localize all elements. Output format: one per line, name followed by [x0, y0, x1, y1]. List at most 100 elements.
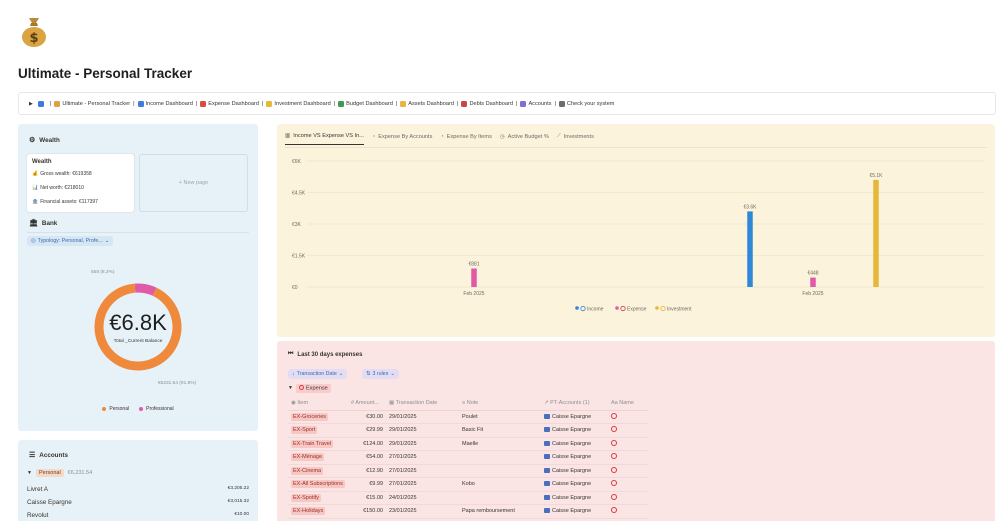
name-cell[interactable] [608, 477, 648, 492]
table-row[interactable]: EX-Train Travel €124.00 29/01/2025 Maelle Ca… [288, 437, 648, 451]
date-cell[interactable]: 29/01/2025 [386, 423, 459, 438]
account-row[interactable]: Revolut €10.00 [27, 512, 249, 519]
wealth-icon: ⚙ [29, 137, 36, 144]
money-bag-icon: $ [20, 14, 48, 48]
item-cell[interactable]: EX-Groceries [288, 410, 348, 424]
chart-icon: 📊 [32, 185, 39, 191]
column-header[interactable]: ◉ Item [288, 397, 348, 411]
item-cell[interactable]: EX-All Subscriptions [288, 477, 348, 492]
date-cell[interactable]: 29/01/2025 [386, 437, 459, 451]
breadcrumb-link[interactable]: Ultimate - Personal Tracker [54, 100, 130, 107]
new-page-button[interactable]: + New page [139, 154, 248, 212]
account-cell[interactable]: Caisse Epargne [541, 504, 608, 519]
date-cell[interactable]: 24/01/2025 [386, 491, 459, 505]
rules-filter[interactable]: ⇅ 3 rules ⌄ [362, 369, 399, 379]
account-cell[interactable]: Caisse Epargne [541, 437, 608, 451]
legend-dot [655, 306, 659, 310]
name-cell[interactable] [608, 504, 648, 519]
breadcrumb-link[interactable]: Expense Dashboard [200, 100, 259, 107]
accounts-group-personal[interactable]: ▼ Personal €6,231.54 [27, 469, 92, 477]
typology-filter[interactable]: ◎ Typology: Personal, Profe... ⌄ [27, 236, 114, 246]
date-cell[interactable]: 23/01/2025 [386, 504, 459, 519]
breadcrumb-link[interactable]: Accounts [520, 100, 551, 107]
date-cell[interactable]: 27/01/2025 [386, 450, 459, 465]
item-cell[interactable]: EX-Sport [288, 423, 348, 438]
item-cell[interactable]: EX-Holidays [288, 504, 348, 519]
item-cell[interactable]: EX-Train Travel [288, 437, 348, 451]
table-row[interactable]: EX-Spotify €15.00 24/01/2025 Caisse Epargne [288, 491, 648, 505]
item-cell[interactable]: EX-Cinema [288, 464, 348, 478]
note-cell[interactable]: Kobo [459, 477, 541, 492]
transaction-date-sort[interactable]: ↓ Transaction Date ⌄ [288, 369, 348, 379]
table-row[interactable]: EX-Sport €29.99 29/01/2025 Basic Fit Caisse … [288, 423, 648, 438]
column-header[interactable]: ↗ PT-Accounts (1) [541, 397, 608, 411]
note-cell[interactable] [459, 450, 541, 465]
name-cell[interactable] [608, 423, 648, 438]
breadcrumb-link[interactable]: Investment Dashboard [266, 100, 331, 107]
amount-cell[interactable]: €54.00 [348, 450, 386, 465]
item-tag: EX-Holidays [291, 507, 326, 516]
table-row[interactable]: EX-All Subscriptions €9.99 27/01/2025 Kobo C… [288, 477, 648, 492]
account-cell[interactable]: Caisse Epargne [541, 410, 608, 424]
note-cell[interactable] [459, 491, 541, 505]
breadcrumb-link[interactable]: Budget Dashboard [338, 100, 393, 107]
item-tag: EX-All Subscriptions [291, 480, 345, 489]
date-cell[interactable]: 27/01/2025 [386, 464, 459, 478]
amount-cell[interactable]: €29.99 [348, 423, 386, 438]
expense-group-header[interactable]: ▼ Expense [288, 384, 331, 393]
table-row[interactable]: EX-Ménage €54.00 27/01/2025 Caisse Epargne [288, 450, 648, 465]
column-header[interactable]: Aa Name [608, 397, 648, 411]
name-cell[interactable] [608, 450, 648, 465]
table-row[interactable]: EX-Groceries €30.00 29/01/2025 Poulet Caisse… [288, 410, 648, 424]
amount-cell[interactable]: €150.00 [348, 504, 386, 519]
column-header[interactable]: # Amount... [348, 397, 386, 411]
date-cell[interactable]: 27/01/2025 [386, 477, 459, 492]
account-cell[interactable]: Caisse Epargne [541, 423, 608, 438]
table-row[interactable]: EX-Cinema €12.90 27/01/2025 Caisse Epargne [288, 464, 648, 478]
account-cell[interactable]: Caisse Epargne [541, 464, 608, 478]
amount-cell[interactable]: €30.00 [348, 410, 386, 424]
note-cell[interactable]: Papa remboursement [459, 504, 541, 519]
table-row[interactable]: EX-Holidays €150.00 23/01/2025 Papa rembour… [288, 504, 648, 519]
name-cell[interactable] [608, 437, 648, 451]
amount-cell[interactable]: €15.00 [348, 491, 386, 505]
toggle-triangle-icon: ▼ [27, 470, 32, 476]
name-cell[interactable] [608, 464, 648, 478]
breadcrumb-link[interactable]: Check your system [558, 100, 614, 107]
breadcrumb-link[interactable]: Debts Dashboard [461, 100, 513, 107]
bank-heading: 🏛 Bank [29, 219, 58, 228]
account-cell[interactable]: Caisse Epargne [541, 450, 608, 465]
column-header[interactable]: ≡ Note [459, 397, 541, 411]
amount-cell[interactable]: €9.99 [348, 477, 386, 492]
note-cell[interactable]: Poulet [459, 410, 541, 424]
account-row[interactable]: Caisse Epargne €3,015.32 [27, 499, 249, 506]
account-link: Caisse Epargne [552, 454, 592, 461]
name-cell[interactable] [608, 491, 648, 505]
toggle-triangle-icon[interactable]: ▶ [29, 101, 33, 107]
navigation-breadcrumb: ▶ | Ultimate - Personal Tracker | Income D… [18, 92, 996, 115]
expense-circle-icon [611, 426, 617, 433]
amount-cell[interactable]: €12.90 [348, 464, 386, 478]
account-link: Caisse Epargne [552, 481, 592, 488]
account-link: Caisse Epargne [552, 508, 592, 515]
wealth-card[interactable]: Wealth 💰 Gross wealth: €619358 📊 Net worth… [27, 154, 134, 212]
account-row[interactable]: Livret A €3,205.22 [27, 486, 249, 493]
note-cell[interactable] [459, 464, 541, 478]
breadcrumb-link[interactable]: Income Dashboard [137, 100, 193, 107]
amount-cell[interactable]: €124.00 [348, 437, 386, 451]
bank-icon [544, 427, 550, 433]
column-header[interactable]: ▦ Transaction Date [386, 397, 459, 411]
legend-label: Income [587, 307, 604, 313]
item-cell[interactable]: EX-Ménage [288, 450, 348, 465]
note-cell[interactable]: Basic Fit [459, 423, 541, 438]
note-cell[interactable]: Maelle [459, 437, 541, 451]
wealth-card-title: Wealth [32, 159, 52, 165]
wealth-heading: ⚙ Wealth [29, 136, 60, 145]
account-cell[interactable]: Caisse Epargne [541, 491, 608, 505]
name-cell[interactable] [608, 410, 648, 424]
account-cell[interactable]: Caisse Epargne [541, 477, 608, 492]
wealth-panel: ⚙ Wealth Wealth 💰 Gross wealth: €619358 📊… [18, 124, 258, 431]
date-cell[interactable]: 29/01/2025 [386, 410, 459, 424]
breadcrumb-link[interactable]: Assets Dashboard [400, 100, 454, 107]
item-cell[interactable]: EX-Spotify [288, 491, 348, 505]
